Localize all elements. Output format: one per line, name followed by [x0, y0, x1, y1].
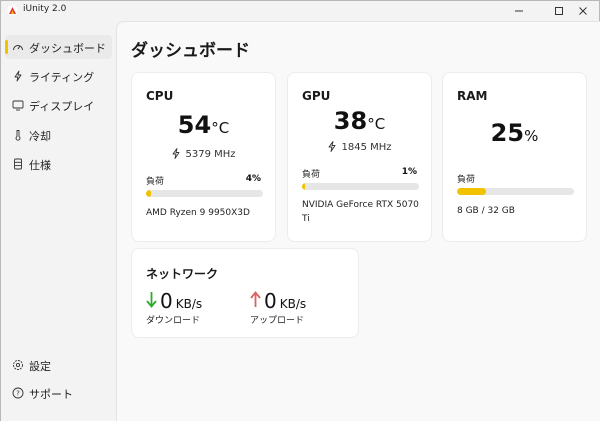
cpu-temp-unit: °C: [211, 119, 230, 137]
gauge-icon: [11, 40, 25, 54]
app-window: iUnity 2.0 ダッシュボード ライティング ディスプレイ 冷却 仕様 設…: [0, 0, 600, 421]
gpu-load-fill: [302, 183, 305, 190]
sidebar-item-label: 冷却: [29, 130, 51, 143]
ram-card: RAM 25% 負荷 8 GB / 32 GB: [442, 72, 587, 242]
cpu-load-bar: [146, 190, 263, 197]
arrow-down-icon: [146, 292, 157, 308]
ram-usage: 25%: [443, 119, 586, 147]
cpu-temp-value: 54: [177, 111, 212, 139]
cpu-load-fill: [146, 190, 151, 197]
window-title: iUnity 2.0: [23, 4, 67, 14]
gpu-model: NVIDIA GeForce RTX 5070 Ti: [302, 200, 419, 224]
minimize-icon: [515, 10, 523, 12]
cpu-title: CPU: [146, 89, 174, 103]
sidebar-item-dashboard[interactable]: ダッシュボード: [5, 35, 112, 59]
gpu-title: GPU: [302, 89, 331, 103]
sidebar-item-display[interactable]: ディスプレイ: [5, 93, 112, 117]
cpu-card: CPU 54°C 5379 MHz 負荷 4% AMD Ryzen 9 9950…: [131, 72, 276, 242]
sidebar-item-cooling[interactable]: 冷却: [5, 123, 112, 147]
lightning-icon: [329, 141, 336, 152]
sidebar-item-label: 設定: [29, 360, 51, 373]
gpu-clock-value: 1845 MHz: [341, 142, 392, 153]
upload-label: アップロード: [250, 316, 305, 326]
gpu-temperature: 38°C: [288, 107, 431, 135]
cpu-model: AMD Ryzen 9 9950X3D: [146, 208, 250, 218]
sidebar-item-settings[interactable]: 設定: [5, 353, 112, 377]
ram-usage-value: 25: [490, 119, 525, 147]
lightning-icon: [173, 148, 180, 159]
upload-unit: KB/s: [279, 297, 307, 311]
gpu-temp-value: 38: [333, 107, 368, 135]
gpu-load-bar: [302, 183, 419, 190]
network-card: ネットワーク 0 KB/s ダウンロード 0 KB/s アップロード: [131, 248, 359, 338]
title-bar: iUnity 2.0: [1, 1, 599, 21]
gear-icon: [11, 358, 25, 372]
lightning-icon: [11, 69, 25, 83]
sidebar-item-support[interactable]: ? サポート: [5, 381, 112, 405]
database-icon: [11, 157, 25, 171]
sidebar-item-label: ダッシュボード: [29, 42, 106, 55]
sidebar: ダッシュボード ライティング ディスプレイ 冷却 仕様 設定 ? サポート: [1, 21, 116, 421]
ram-load-bar: [457, 188, 574, 195]
main-content: ダッシュボード CPU 54°C 5379 MHz 負荷 4% AMD Ryze…: [116, 21, 600, 421]
maximize-icon: [555, 7, 563, 15]
sidebar-item-label: ライティング: [29, 71, 95, 84]
sidebar-item-label: サポート: [29, 388, 73, 401]
sidebar-item-label: 仕様: [29, 159, 51, 172]
upload-value: 0: [264, 289, 277, 313]
minimize-button[interactable]: [503, 1, 535, 21]
ram-usage-unit: %: [524, 127, 539, 145]
ram-load-fill: [457, 188, 487, 195]
cpu-load-percent: 4%: [245, 174, 261, 184]
sidebar-item-specs[interactable]: 仕様: [5, 152, 112, 176]
active-indicator: [5, 40, 8, 54]
gpu-load-percent: 1%: [401, 167, 417, 177]
cpu-clock: 5379 MHz: [132, 148, 275, 160]
gpu-card: GPU 38°C 1845 MHz 負荷 1% NVIDIA GeForce R…: [287, 72, 432, 242]
download-value: 0: [160, 289, 173, 313]
cpu-temperature: 54°C: [132, 111, 275, 139]
download-label: ダウンロード: [146, 316, 201, 326]
ram-title: RAM: [457, 89, 488, 103]
ram-detail: 8 GB / 32 GB: [457, 206, 515, 216]
sidebar-item-label: ディスプレイ: [29, 100, 95, 113]
app-logo-icon: [7, 5, 18, 16]
gpu-clock: 1845 MHz: [288, 141, 431, 153]
thermometer-icon: [11, 128, 25, 142]
arrow-up-icon: [250, 291, 261, 307]
monitor-icon: [11, 98, 25, 112]
close-button[interactable]: [567, 1, 599, 21]
close-icon: [579, 7, 587, 15]
gpu-temp-unit: °C: [367, 115, 386, 133]
ram-load-label: 負荷: [457, 175, 476, 185]
page-title: ダッシュボード: [131, 41, 250, 61]
upload-rate: 0 KB/s: [250, 289, 306, 313]
cpu-load-label: 負荷: [146, 177, 165, 187]
svg-text:?: ?: [16, 390, 20, 398]
sidebar-item-lighting[interactable]: ライティング: [5, 64, 112, 88]
cpu-clock-value: 5379 MHz: [185, 149, 236, 160]
gpu-load-label: 負荷: [302, 170, 321, 180]
download-unit: KB/s: [175, 297, 203, 311]
network-title: ネットワーク: [146, 267, 219, 281]
download-rate: 0 KB/s: [146, 289, 202, 313]
help-icon: ?: [11, 386, 25, 400]
